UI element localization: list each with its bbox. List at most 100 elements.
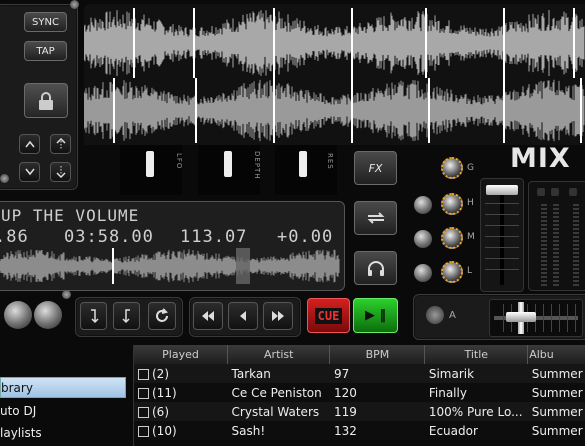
deck-lcd-display: UP THE VOLUME .86 03:58.00 113.07 +0.00 xyxy=(0,201,345,291)
fx-slot-1-label: LFO xyxy=(175,153,183,170)
fx-slot-3-label: RES xyxy=(326,153,334,170)
table-row[interactable]: (11) Ce Ce Peniston 120 Finally Summer xyxy=(134,383,585,402)
cell-played: (2) xyxy=(134,364,228,383)
fx-slot-2[interactable]: DEPTH xyxy=(198,145,261,195)
fx-button[interactable]: FX xyxy=(354,151,397,185)
jog-button-left[interactable] xyxy=(4,301,32,329)
overview-waveform[interactable] xyxy=(0,248,340,284)
loop-out-button[interactable] xyxy=(113,302,140,330)
waveform-channel-bottom xyxy=(84,78,585,143)
cell-played: (11) xyxy=(134,383,228,402)
pitch-down-fine-button[interactable] xyxy=(50,162,71,182)
library-table-container: Played Artist BPM Title Albu (2) Tarkan … xyxy=(133,345,585,446)
crossfader-track[interactable] xyxy=(489,299,583,337)
loop-button[interactable] xyxy=(354,201,397,235)
cell-artist: Ce Ce Peniston xyxy=(227,383,330,402)
fx-slot-1[interactable]: LFO xyxy=(120,145,183,195)
played-count: (2) xyxy=(152,366,169,381)
headphone-button[interactable] xyxy=(354,251,397,285)
played-count: (10) xyxy=(152,423,177,438)
brand-logo: MIX xyxy=(510,143,571,174)
row-checkbox[interactable] xyxy=(138,387,149,399)
table-header: Played Artist BPM Title Albu xyxy=(134,345,585,364)
table-row[interactable]: (6) Crystal Waters 119 100% Pure Lo... S… xyxy=(134,402,585,421)
sidebar-item-auto-dj[interactable]: uto DJ xyxy=(0,400,126,421)
column-header-artist[interactable]: Artist xyxy=(227,345,331,364)
sync-button[interactable]: SYNC xyxy=(24,12,67,32)
eq-label-mid: M xyxy=(467,232,475,242)
loop-in-icon xyxy=(90,309,99,324)
cell-album: Summer xyxy=(527,364,585,383)
low-knob[interactable] xyxy=(441,261,463,283)
column-header-bpm[interactable]: BPM xyxy=(329,345,426,364)
column-header-title[interactable]: Title xyxy=(424,345,529,364)
volume-fader-handle[interactable] xyxy=(486,185,518,195)
cell-album: Summer xyxy=(527,383,585,402)
pitch-down-button[interactable] xyxy=(19,162,40,182)
volume-fader-ticks xyxy=(485,193,519,279)
high-knob[interactable] xyxy=(441,193,463,215)
rewind-icon xyxy=(202,311,214,321)
fast-forward-button[interactable] xyxy=(263,302,293,330)
fx-slot-2-label: DEPTH xyxy=(253,151,261,180)
row-checkbox[interactable] xyxy=(138,368,149,380)
library-table: Played Artist BPM Title Albu (2) Tarkan … xyxy=(134,345,585,440)
arrow-up-dotted-icon xyxy=(55,138,66,150)
sidebar-item-library[interactable]: brary xyxy=(0,377,126,398)
table-row[interactable]: (2) Tarkan 97 Simarik Summer xyxy=(134,364,585,383)
fx-slot-1-indicator xyxy=(146,151,154,177)
sidebar-item-label: laylists xyxy=(0,425,42,440)
vu-indicator xyxy=(537,188,545,196)
play-pause-button[interactable]: ▶ ‖ xyxy=(353,298,398,333)
sidebar-item-label: brary xyxy=(1,380,33,395)
low-kill-button[interactable] xyxy=(414,264,432,282)
vu-meter-left xyxy=(541,204,547,286)
time-readout: 03:58.00 xyxy=(64,227,154,247)
chevron-up-icon xyxy=(24,140,35,148)
high-kill-button[interactable] xyxy=(414,196,432,214)
lock-button[interactable] xyxy=(24,83,68,118)
rewind-button[interactable] xyxy=(193,302,223,330)
fx-assign-knob[interactable] xyxy=(426,306,444,324)
table-row[interactable]: (10) Sash! 132 Ecuador Summer xyxy=(134,421,585,440)
back-button[interactable] xyxy=(228,302,258,330)
loop-in-button[interactable] xyxy=(80,302,107,330)
reloop-button[interactable] xyxy=(148,302,176,330)
play-pause-label: ▶ ‖ xyxy=(364,308,387,323)
vu-meter-master xyxy=(573,204,579,286)
fx-slot-3-indicator xyxy=(299,151,307,177)
column-header-album[interactable]: Albu xyxy=(527,345,585,364)
cell-title: Ecuador xyxy=(424,421,528,440)
arrow-down-dotted-icon xyxy=(55,166,66,178)
cell-bpm: 132 xyxy=(329,421,425,440)
cell-title: 100% Pure Lo... xyxy=(424,402,528,421)
row-checkbox[interactable] xyxy=(138,406,149,418)
bpm-readout: 113.07 xyxy=(180,227,248,247)
deck-a-label: A xyxy=(449,310,456,321)
cue-button[interactable]: CUE xyxy=(307,298,350,333)
cell-played: (10) xyxy=(134,421,228,440)
refresh-icon xyxy=(156,308,168,322)
main-waveform[interactable] xyxy=(84,4,585,145)
cell-album: Summer xyxy=(527,421,585,440)
mid-knob[interactable] xyxy=(441,227,463,249)
vu-indicator xyxy=(569,188,577,196)
fast-forward-icon xyxy=(272,311,284,321)
fx-slot-3[interactable]: RES xyxy=(275,145,337,195)
headphone-icon xyxy=(367,261,384,276)
eq-label-high: H xyxy=(467,198,474,208)
jog-button-right[interactable] xyxy=(34,301,62,329)
waveform-channel-top xyxy=(84,8,585,78)
mid-kill-button[interactable] xyxy=(414,230,432,248)
row-checkbox[interactable] xyxy=(138,425,149,437)
column-header-played[interactable]: Played xyxy=(134,345,229,364)
pitch-up-button[interactable] xyxy=(19,134,40,154)
pitch-up-fine-button[interactable] xyxy=(50,134,71,154)
eq-label-low: L xyxy=(467,266,473,276)
tap-button[interactable]: TAP xyxy=(24,41,67,61)
played-count: (6) xyxy=(152,404,169,419)
sidebar-item-playlists[interactable]: laylists xyxy=(0,422,126,443)
volume-fader-track[interactable] xyxy=(480,178,524,292)
gain-knob[interactable] xyxy=(441,157,463,179)
cell-bpm: 120 xyxy=(329,383,425,402)
